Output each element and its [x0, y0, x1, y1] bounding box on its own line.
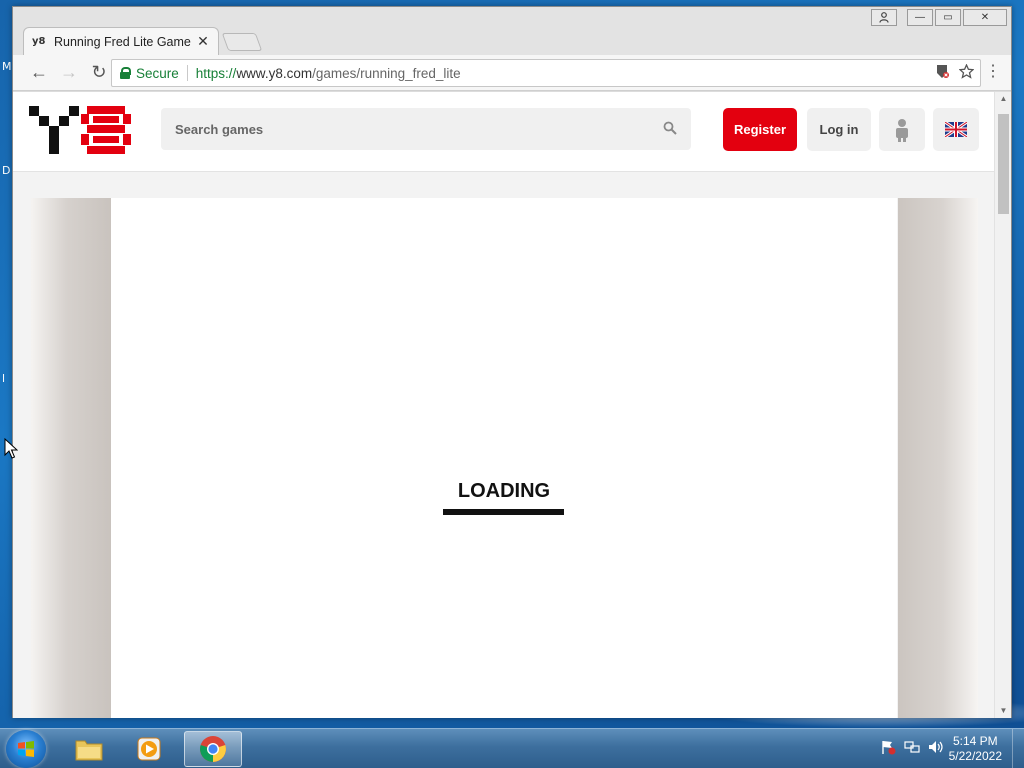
user-silhouette-icon	[896, 118, 908, 142]
title-bar[interactable]: y8 Running Fred Lite Game ✕ — ▭ ✕	[13, 7, 1011, 55]
loading-label: LOADING	[457, 480, 551, 502]
language-button[interactable]	[933, 108, 979, 151]
omnibox-divider	[186, 65, 188, 81]
url-scheme: https://	[195, 65, 237, 81]
chrome-menu-icon[interactable]: ⋮	[985, 63, 1001, 81]
back-button[interactable]: ←	[25, 59, 53, 87]
start-button[interactable]	[6, 730, 46, 768]
clock-date: 5/22/2022	[948, 749, 1002, 763]
media-player-icon	[137, 737, 161, 761]
left-side-banner	[31, 198, 111, 718]
desktop-icon-label-fragment: M	[2, 60, 12, 73]
taskbar-explorer[interactable]	[60, 731, 118, 767]
profile-icon[interactable]	[871, 9, 897, 26]
y8-logo[interactable]	[29, 106, 133, 154]
address-bar[interactable]: Secure https://www.y8.com/games/running_…	[111, 59, 981, 87]
maximize-button[interactable]: ▭	[935, 9, 961, 26]
url-text[interactable]: https://www.y8.com/games/running_fred_li…	[196, 66, 461, 81]
game-canvas[interactable]: LOADING	[111, 198, 897, 718]
taskbar-chrome[interactable]	[184, 731, 242, 767]
browser-tab[interactable]: y8 Running Fred Lite Game ✕	[23, 27, 219, 55]
forward-button[interactable]: →	[55, 59, 83, 87]
user-avatar-button[interactable]	[879, 108, 925, 151]
browser-window: y8 Running Fred Lite Game ✕ — ▭ ✕ ← → ↻ …	[12, 6, 1012, 718]
scroll-down-arrow[interactable]: ▼	[995, 704, 1012, 718]
scroll-up-arrow[interactable]: ▲	[995, 92, 1012, 106]
new-tab-button[interactable]	[221, 33, 263, 51]
tab-title: Running Fred Lite Game	[54, 34, 191, 49]
desktop-icon-label-fragment: D	[2, 164, 11, 177]
clock-time: 5:14 PM	[952, 734, 998, 748]
folder-icon	[75, 740, 103, 761]
page-viewport: Register Log in LOADING	[13, 92, 995, 718]
search-box[interactable]	[161, 108, 691, 150]
blocked-content-icon[interactable]	[935, 64, 949, 83]
site-header: Register Log in	[13, 92, 995, 172]
action-center-flag-icon[interactable]	[880, 739, 896, 755]
page-scrollbar[interactable]: ▲ ▼	[994, 92, 1011, 718]
system-tray	[880, 739, 944, 755]
window-controls: — ▭ ✕	[871, 9, 1007, 26]
y8-favicon-icon: y8	[32, 35, 46, 47]
url-path: /games/running_fred_lite	[312, 65, 461, 81]
desktop-icon-label-fragment: l	[2, 372, 6, 385]
scroll-thumb[interactable]	[998, 114, 1009, 214]
show-desktop-button[interactable]	[1012, 729, 1024, 768]
search-icon[interactable]	[663, 121, 677, 135]
browser-toolbar: ← → ↻ Secure https://www.y8.com/games/ru…	[13, 55, 1011, 91]
tab-close-icon[interactable]: ✕	[196, 33, 210, 50]
right-side-banner	[898, 198, 978, 718]
loading-progress-bar	[443, 509, 564, 515]
taskbar: 5:14 PM 5/22/2022	[0, 728, 1024, 768]
url-host: www.y8.com	[236, 65, 313, 81]
close-window-button[interactable]: ✕	[963, 9, 1007, 26]
search-input[interactable]	[175, 121, 645, 137]
login-button[interactable]: Log in	[807, 108, 871, 151]
lock-icon	[120, 67, 131, 79]
chrome-icon	[200, 736, 226, 762]
reload-button[interactable]: ↻	[85, 59, 113, 87]
register-button[interactable]: Register	[723, 108, 797, 151]
windows-logo-icon	[18, 741, 34, 757]
secure-label: Secure	[136, 65, 179, 81]
uk-flag-icon	[945, 122, 967, 137]
volume-icon[interactable]	[928, 739, 944, 755]
taskbar-media-player[interactable]	[120, 731, 178, 767]
bookmark-star-icon[interactable]	[958, 63, 975, 83]
taskbar-clock[interactable]: 5:14 PM 5/22/2022	[949, 734, 1002, 764]
minimize-button[interactable]: —	[907, 9, 933, 26]
network-icon[interactable]	[904, 739, 920, 755]
mouse-cursor-icon	[4, 438, 18, 459]
